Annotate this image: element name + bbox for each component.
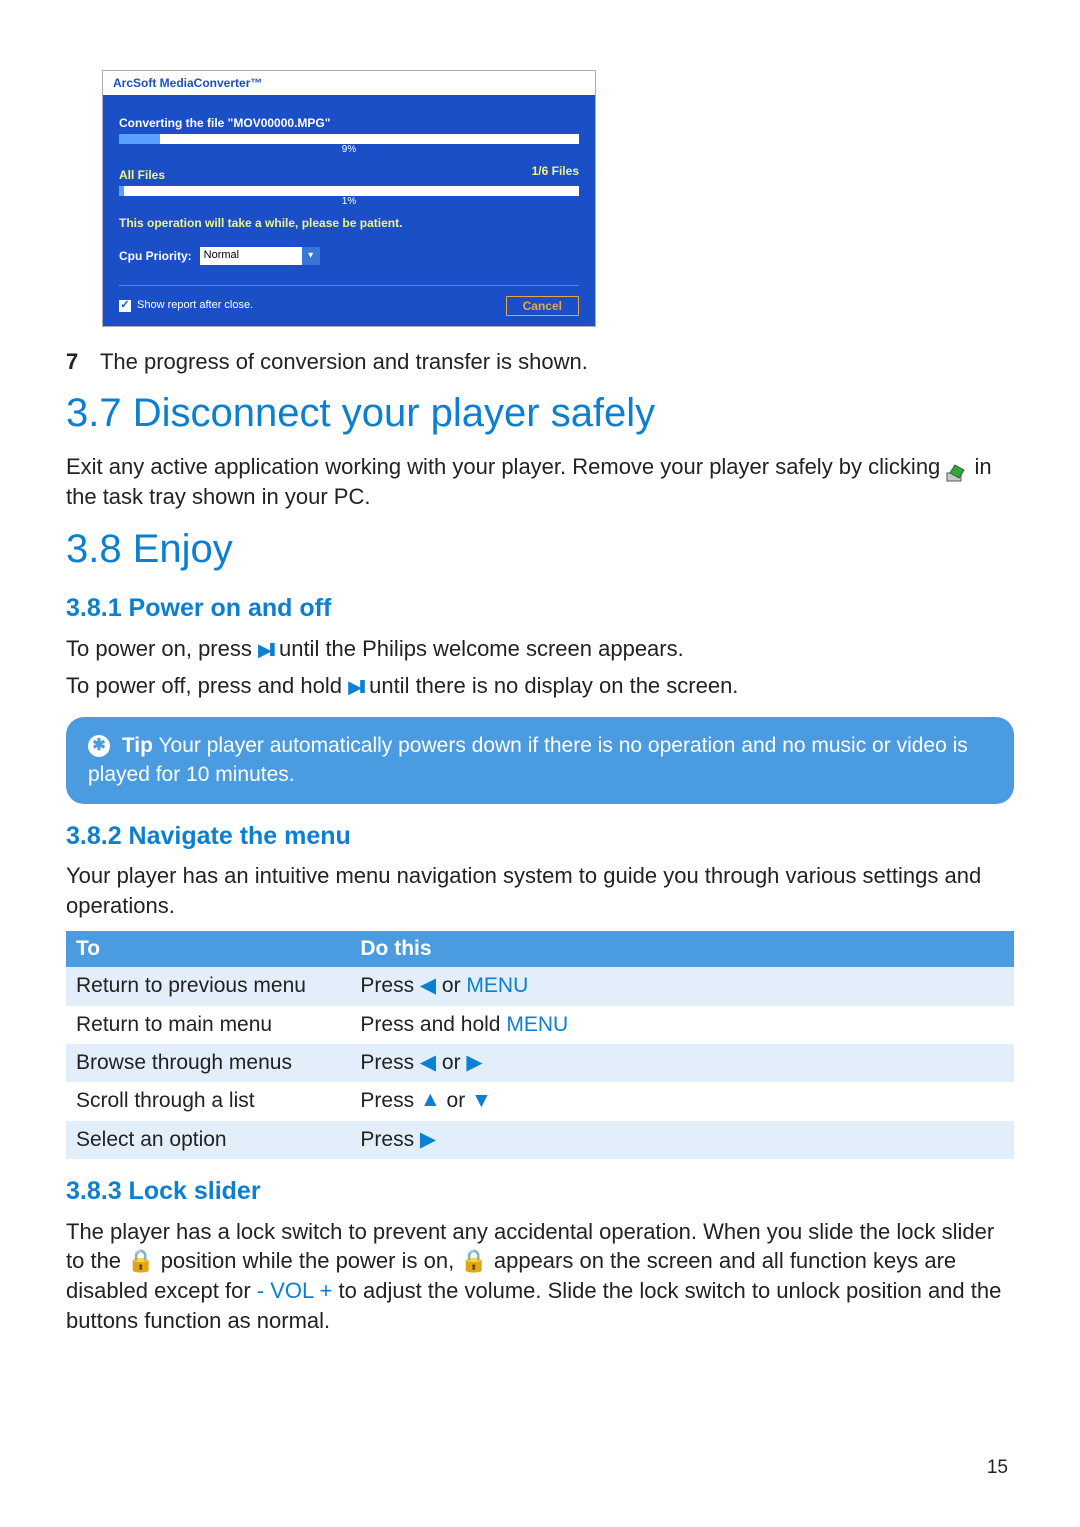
all-files-pct: 1% xyxy=(119,195,579,209)
table-row: Return to previous menu Press ◀ or MENU xyxy=(66,967,1014,1005)
th-to: To xyxy=(66,931,350,967)
file-progress-pct: 9% xyxy=(119,143,579,157)
navigation-table: To Do this Return to previous menu Press… xyxy=(66,931,1014,1159)
arcsoft-dialog: ArcSoft MediaConverter™ Converting the f… xyxy=(102,70,596,327)
heading-3-7: 3.7 Disconnect your player safely xyxy=(66,386,1014,440)
menu-key: MENU xyxy=(506,1013,568,1036)
step-number: 7 xyxy=(66,349,78,374)
checkmark-icon: ✓ xyxy=(119,300,131,312)
triangle-down-icon: ▼ xyxy=(471,1089,492,1112)
all-files-label: All Files xyxy=(119,167,165,183)
triangle-left-icon: ◀ xyxy=(420,974,436,997)
dialog-title: ArcSoft MediaConverter™ xyxy=(103,71,595,97)
play-pause-icon: ▶II xyxy=(348,677,363,697)
show-report-label: Show report after close. xyxy=(137,298,253,313)
heading-3-8-2: 3.8.2 Navigate the menu xyxy=(66,820,1014,854)
tip-badge-icon: ✱ xyxy=(88,735,110,757)
triangle-left-icon: ◀ xyxy=(420,1051,436,1074)
lock-icon: 🔒 xyxy=(127,1248,154,1273)
show-report-checkbox[interactable]: ✓ Show report after close. xyxy=(119,298,253,313)
dialog-body: Converting the file "MOV00000.MPG" 9% Al… xyxy=(103,97,595,326)
triangle-right-icon: ▶ xyxy=(420,1128,436,1151)
power-off-line: To power off, press and hold ▶II until t… xyxy=(66,671,1014,701)
step-text: The progress of conversion and transfer … xyxy=(100,349,588,374)
cpu-priority-value: Normal xyxy=(200,248,302,263)
heading-3-8: 3.8 Enjoy xyxy=(66,522,1014,576)
all-files-progress xyxy=(119,186,579,196)
safely-remove-icon xyxy=(946,460,968,478)
tip-text: Your player automatically powers down if… xyxy=(88,734,968,786)
converting-label: Converting the file "MOV00000.MPG" xyxy=(119,115,579,131)
triangle-right-icon: ▶ xyxy=(466,1051,482,1074)
power-on-line: To power on, press ▶II until the Philips… xyxy=(66,634,1014,664)
menu-key: MENU xyxy=(466,974,528,997)
table-row: Select an option Press ▶ xyxy=(66,1121,1014,1159)
tip-label: Tip xyxy=(122,734,153,757)
table-row: Browse through menus Press ◀ or ▶ xyxy=(66,1044,1014,1082)
triangle-up-icon: ▲ xyxy=(420,1086,441,1114)
page-number: 15 xyxy=(987,1455,1008,1481)
tip-box: ✱ Tip Your player automatically powers d… xyxy=(66,717,1014,804)
heading-3-8-1: 3.8.1 Power on and off xyxy=(66,592,1014,626)
cpu-priority-select[interactable]: Normal ▾ xyxy=(200,247,320,265)
file-progress xyxy=(119,134,579,144)
th-do: Do this xyxy=(350,931,1014,967)
cpu-priority-label: Cpu Priority: xyxy=(119,248,192,264)
cancel-button[interactable]: Cancel xyxy=(506,296,579,316)
patience-note: This operation will take a while, please… xyxy=(119,215,579,231)
disconnect-paragraph: Exit any active application working with… xyxy=(66,452,1014,511)
lock-slider-paragraph: The player has a lock switch to prevent … xyxy=(66,1217,1014,1336)
lock-screen-icon: 🔒 xyxy=(460,1248,487,1273)
chevron-down-icon: ▾ xyxy=(302,247,320,265)
navigate-intro: Your player has an intuitive menu naviga… xyxy=(66,861,1014,920)
table-row: Scroll through a list Press ▲ or ▼ xyxy=(66,1082,1014,1120)
all-files-count: 1/6 Files xyxy=(532,163,579,183)
heading-3-8-3: 3.8.3 Lock slider xyxy=(66,1175,1014,1209)
step-7-line: 7 The progress of conversion and transfe… xyxy=(66,347,1014,377)
play-pause-icon: ▶II xyxy=(258,640,273,660)
volume-key: - VOL + xyxy=(257,1278,333,1303)
table-row: Return to main menu Press and hold MENU xyxy=(66,1006,1014,1044)
